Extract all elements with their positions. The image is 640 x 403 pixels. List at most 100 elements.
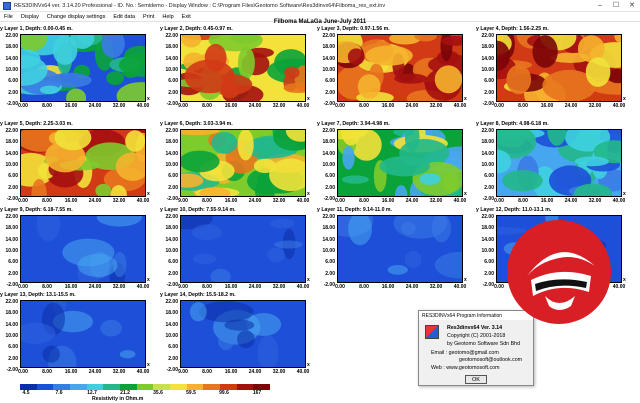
x-tick-label: 32.00 (588, 198, 602, 204)
y-tick-label: 18.00 (165, 310, 178, 317)
minimize-button[interactable]: – (592, 0, 608, 12)
y-tick-label: 14.00 (481, 150, 494, 157)
contour-region (184, 59, 235, 94)
x-tick-label: 24.00 (405, 103, 419, 109)
y-tick-label: -2.00 (323, 101, 335, 107)
layer-panel: y Layer 13, Depth: 13.1-15.5 m. 22.00 18.0… (0, 292, 152, 380)
layer-title: y Layer 10, Depth: 7.55-9.14 m. (160, 207, 236, 213)
x-tick-label: 8.00 (202, 369, 212, 375)
y-tick-label: 22.00 (322, 128, 335, 134)
x-tick-label: 16.00 (64, 103, 78, 109)
x-tick-label: 8.00 (42, 369, 52, 375)
x-tick-label: 40.00 (136, 103, 150, 109)
y-tick-label: 6.00 (325, 78, 335, 85)
x-axis-letter: x (307, 191, 310, 197)
contour-region (342, 145, 355, 170)
x-tick-label: 40.00 (612, 103, 626, 109)
x-tick-label: 16.00 (381, 103, 395, 109)
legend-tick-label: 4.5 (22, 390, 30, 396)
x-tick-label: 40.00 (296, 198, 310, 204)
x-tick-label: 16.00 (64, 369, 78, 375)
y-tick-label: 22.00 (165, 128, 178, 134)
contour-region (269, 218, 295, 229)
x-tick-label: 16.00 (224, 369, 238, 375)
y-tick-label: -2.00 (482, 196, 494, 202)
x-tick-label: 24.00 (248, 198, 262, 204)
x-tick-label: 0.00 (494, 198, 504, 204)
x-tick-label: 0.00 (335, 103, 345, 109)
y-tick-label: 14.00 (165, 236, 178, 243)
dialog-email-2: geotomosoft@outlook.com (459, 357, 523, 363)
x-tick-label: 0.00 (335, 284, 345, 290)
y-tick-label: 10.00 (481, 162, 494, 168)
contour-region (198, 301, 254, 323)
x-tick-label: 9.00 (178, 198, 188, 204)
y-tick-label: 14.00 (481, 236, 494, 243)
y-tick-label: 22.00 (165, 33, 178, 39)
layer-title: y Layer 9, Depth: 6.18-7.55 m. (0, 207, 73, 213)
contour-region (62, 238, 115, 267)
y-tick-label: 22.00 (5, 214, 18, 220)
x-tick-label: 16.00 (381, 284, 395, 290)
x-tick-label: 8.00 (42, 198, 52, 204)
y-tick-label: 6.00 (8, 344, 18, 351)
x-tick-label: 8.00 (359, 198, 369, 204)
y-tick-label: 2.00 (484, 270, 494, 277)
close-button[interactable]: ✕ (624, 0, 640, 12)
layer-title: y Layer 6, Depth: 3.03-3.94 m. (160, 121, 233, 127)
contour-region (434, 65, 462, 94)
layer-panel: y Layer 5, Depth: 2.25-3.03 m. 22.00 18.00… (0, 121, 152, 209)
x-tick-label: 40.00 (136, 198, 150, 204)
x-tick-labels: 0.00 8.00 16.00 24.00 32.00 40.00 (335, 284, 466, 292)
x-tick-labels: 0.00 8.00 16.00 24.00 32.00 40.00 (494, 103, 625, 111)
y-tick-label: 6.00 (484, 259, 494, 266)
y-tick-labels: 22.00 18.00 14.00 10.00 6.00 2.00 -2.00 (160, 214, 180, 289)
y-tick-label: -2.00 (166, 282, 178, 288)
y-tick-label: 6.00 (8, 173, 18, 180)
dialog-company: by Geotomo Software Sdn Bhd (447, 341, 521, 347)
x-tick-label: 32.00 (112, 198, 126, 204)
y-tick-label: 18.00 (322, 225, 335, 232)
y-tick-label: 2.00 (325, 89, 335, 96)
layer-title: y Layer 8, Depth: 4.98-6.18 m. (476, 121, 549, 127)
y-tick-label: 14.00 (5, 236, 18, 243)
x-tick-label: 32.00 (429, 198, 443, 204)
maximize-button[interactable]: ☐ (608, 0, 624, 12)
contour-region (193, 253, 217, 265)
x-axis-letter: x (147, 277, 150, 283)
y-tick-label: 14.00 (5, 150, 18, 157)
x-tick-label: 32.00 (272, 103, 286, 109)
x-tick-label: 32.00 (429, 103, 443, 109)
x-tick-label: 24.00 (88, 369, 102, 375)
y-tick-label: 2.00 (8, 355, 18, 362)
x-tick-label: 24.00 (248, 103, 262, 109)
contour-region (341, 175, 369, 184)
y-tick-label: 2.00 (484, 184, 494, 191)
legend-tick-label: 35.6 (153, 390, 163, 396)
x-tick-label: 40.00 (453, 198, 467, 204)
x-tick-label: 8.00 (42, 103, 52, 109)
y-tick-labels: 22.00 18.00 14.00 10.00 6.00 2.00 -2.00 (160, 128, 180, 203)
y-tick-label: 14.00 (481, 55, 494, 62)
y-tick-label: 6.00 (8, 259, 18, 266)
layer-title: y Layer 4, Depth: 1.56-2.25 m. (476, 26, 549, 32)
y-tick-labels: 22.00 18.00 14.00 10.00 6.00 2.00 -2.00 (476, 33, 496, 108)
resistivity-map (496, 129, 622, 197)
y-tick-label: 2.00 (168, 270, 178, 277)
legend-tick-label: 99.6 (219, 390, 229, 396)
resistivity-legend: 4.5 7.6 12.7 21.2 35.6 59.5 99.6 167 Resistivit… (20, 384, 271, 402)
contour-region (506, 64, 532, 95)
y-tick-label: 18.00 (5, 310, 18, 317)
ok-button[interactable]: OK (465, 375, 487, 384)
contour-region (218, 333, 234, 351)
y-tick-labels: 22.00 18.00 14.00 10.00 6.00 2.00 -2.00 (476, 128, 496, 203)
y-tick-label: 6.00 (484, 78, 494, 85)
y-tick-label: 10.00 (322, 248, 335, 254)
contour-region (532, 35, 558, 68)
x-tick-label: 40.00 (453, 103, 467, 109)
contour-region (192, 224, 222, 241)
figure-title: Filboma MaLaGa June-July 2011 (273, 19, 367, 25)
x-tick-label: 8.00 (202, 103, 212, 109)
x-axis-letter: x (147, 191, 150, 197)
y-tick-label: -2.00 (323, 282, 335, 288)
